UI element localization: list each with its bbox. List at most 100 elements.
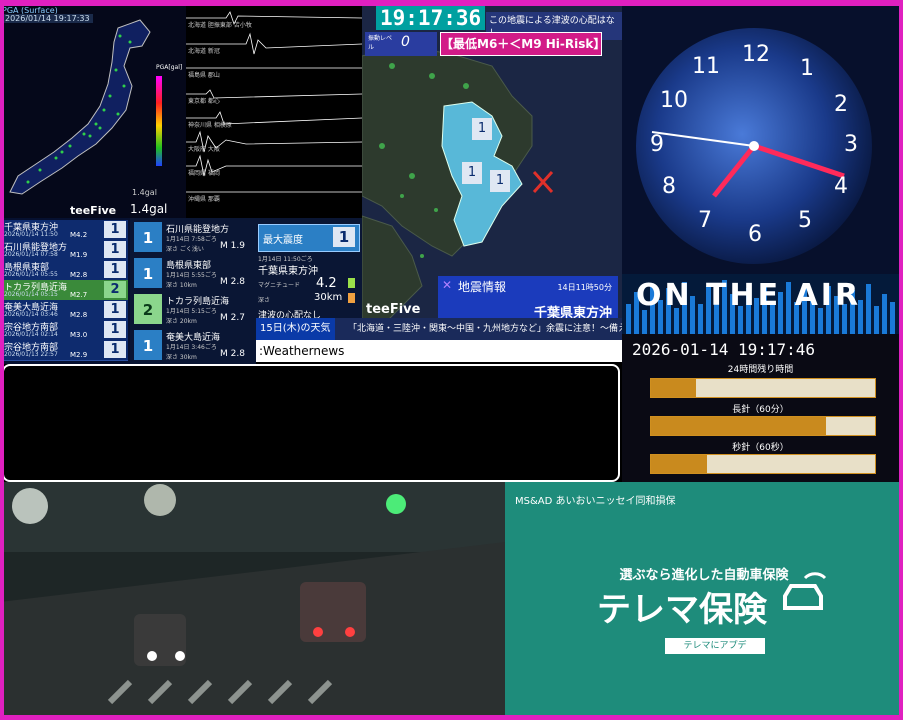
quake-info-box: ✕ 地震情報 14日11時50分 千葉県東方沖 [438,276,618,324]
eq-date: 2026/01/14 03:46 [4,311,58,318]
eq-mag: M3.0 [70,331,88,339]
progress-minute-hand [650,416,876,436]
detail-time: 1月14日 3:46ごろ [166,344,217,351]
countdown-label-3: 秒針（60秒） [732,443,789,453]
max-depth: 30km [314,292,343,303]
max-intensity-label: 最大震度 [263,235,303,246]
detail-mag: M 1.9 [220,241,245,251]
detail-item[interactable]: 1 奄美大島近海 1月14日 3:46ごろ 深さ 30km M 2.8 [132,328,256,363]
center-brand: teeFive [366,302,421,317]
eq-mag: M2.8 [70,311,88,319]
detail-intensity: 1 [134,222,162,252]
clock-num-2: 2 [834,92,848,117]
waveform-station-7: 福岡県 福岡 [188,170,220,177]
clock-num-6: 6 [748,222,762,247]
list-item[interactable]: 奄美大島近海 2026/01/14 03:46 M2.8 1 [2,300,128,321]
eq-mag: M2.8 [70,271,88,279]
max-intensity-value: 1 [333,227,355,247]
waveform-station-4: 東京都 都心 [188,98,220,105]
max-intensity-box: 最大震度 1 [258,224,360,252]
progress-second-hand [650,454,876,474]
clock-num-1: 1 [800,56,814,81]
insurance-advertisement[interactable]: MS&AD あいおいニッセイ同和損保 選ぶなら進化した自動車保険 テレマ保険 テ… [505,482,903,716]
eq-date: 2026/01/14 05:55 [4,271,58,278]
pga-scale-label: PGA[gal] [156,64,183,71]
japan-pga-map [9,19,162,195]
waveform-station-1: 北海道 胆振東部 苫小牧 [188,22,252,29]
clock-num-11: 11 [692,54,720,79]
vibration-level-label: 振動レベル [368,35,393,51]
list-item[interactable]: トカラ列島近海 2026/01/14 05:15 M2.7 2 [2,280,128,301]
clock-num-10: 10 [660,88,688,113]
eq-date: 2026/01/14 02:14 [4,331,58,338]
info-title: 地震情報 [458,280,507,294]
vibration-level-box: 振動レベル 0 [365,32,437,56]
ad-brand: MS&AD あいおいニッセイ同和損保 [515,496,676,507]
countdown-panel: 2026-01-14 19:17:46 24時間残り時間 長針（60分） 秒針（… [622,334,899,482]
eq-intensity: 1 [104,261,126,278]
detail-item[interactable]: 1 石川県能登地方 1月14日 7:58ごろ 深さ ごく浅い M 1.9 [132,220,256,255]
max-mag: 4.2 [316,276,337,291]
info-time: 14日11時50分 [557,283,612,292]
list-item[interactable]: 宗谷地方南部 2026/01/13 22:57 M2.9 1 [2,340,128,361]
max-intensity-panel: 最大震度 1 1月14日 11:50ごろ 千葉県東方沖 マグニチュード 4.2 … [256,218,362,321]
weather-day: 15日(木)の天気 [256,318,335,340]
pga-value-small: 1.4gal [132,188,157,197]
list-item[interactable]: 千葉県東方沖 2026/01/14 11:50 M4.2 1 [2,220,128,241]
eq-date: 2026/01/14 11:50 [4,231,58,238]
on-air-panel: ON THE AIR [622,274,899,334]
detail-time: 1月14日 7:58ごろ [166,236,217,243]
earthquake-detail-list: 1 石川県能登地方 1月14日 7:58ごろ 深さ ごく浅い M 1.9 1 島… [130,218,256,364]
depth-color-chip [348,293,355,303]
eq-mag: M2.7 [70,291,88,299]
waveform-station-8: 沖縄県 那覇 [188,196,220,203]
detail-depth: 深さ 20km [166,318,197,325]
detail-depth: 深さ ごく浅い [166,246,204,253]
detail-item[interactable]: 1 島根県東部 1月14日 5:55ごろ 深さ 10km M 2.8 [132,256,256,291]
eq-intensity: 1 [104,221,126,238]
detail-depth: 深さ 30km [166,354,197,361]
clock-num-7: 7 [698,208,712,233]
weather-ticker-text: 「北海道・三陸沖・関東〜中国・九州地方など」余震に注意！〜備えを〜 [348,324,646,334]
waveform-station-2: 北海道 新冠 [188,48,220,55]
eq-mag: M1.9 [70,251,88,259]
eq-intensity: 1 [104,321,126,338]
list-item[interactable]: 宗谷地方南部 2026/01/14 02:14 M3.0 1 [2,320,128,341]
pga-brand: teeFive [70,204,117,217]
clock-num-5: 5 [798,208,812,233]
map-intensity-marker: 1 [472,118,492,140]
waveform-station-5: 神奈川県 相模原 [188,122,232,129]
mag-color-chip [348,278,355,288]
detail-mag: M 2.7 [220,313,245,323]
waveform-station-3: 福島県 郡山 [188,72,220,79]
on-air-text: ON THE AIR [636,278,862,313]
eq-intensity: 2 [104,281,126,298]
eq-intensity: 1 [104,301,126,318]
clock-art-panel: 12 1 2 3 4 5 6 7 8 9 10 11 [622,6,899,274]
clock-num-9: 9 [650,132,664,157]
search-icon[interactable]: ⌕ [745,638,751,652]
eq-date: 2026/01/14 05:15 [4,291,58,298]
pga-map-panel: PGA (Surface) 2026/01/14 19:17:33 PGA[ga… [0,6,186,220]
countdown-label-2: 長針（60分） [732,405,789,415]
progress-second-fill [651,455,707,473]
ad-search-text: テレマにアプデ [683,641,747,651]
map-intensity-marker: 1 [490,170,510,192]
clock-num-8: 8 [662,174,676,199]
detail-mag: M 2.8 [220,349,245,359]
detail-item[interactable]: 2 トカラ列島近海 1月14日 5:15ごろ 深さ 20km M 2.7 [132,292,256,327]
max-depth-label: 深さ [258,297,271,304]
list-item[interactable]: 島根県東部 2026/01/14 05:55 M2.8 1 [2,260,128,281]
clock-num-3: 3 [844,132,858,157]
risk-banner: 【最低M6＋＜M9 Hi-Risk】 [440,32,605,56]
waveform-traces [186,11,363,193]
detail-depth: 深さ 10km [166,282,197,289]
eq-mag: M4.2 [70,231,88,239]
list-item[interactable]: 石川県能登地方 2026/01/14 07:58 M1.9 1 [2,240,128,261]
clock-num-4: 4 [834,174,848,199]
detail-intensity: 1 [134,330,162,360]
eq-date: 2026/01/13 22:57 [4,351,58,358]
clock-num-12: 12 [742,42,770,67]
weather-source: :Weathernews [259,344,345,358]
eq-intensity: 1 [104,241,126,258]
